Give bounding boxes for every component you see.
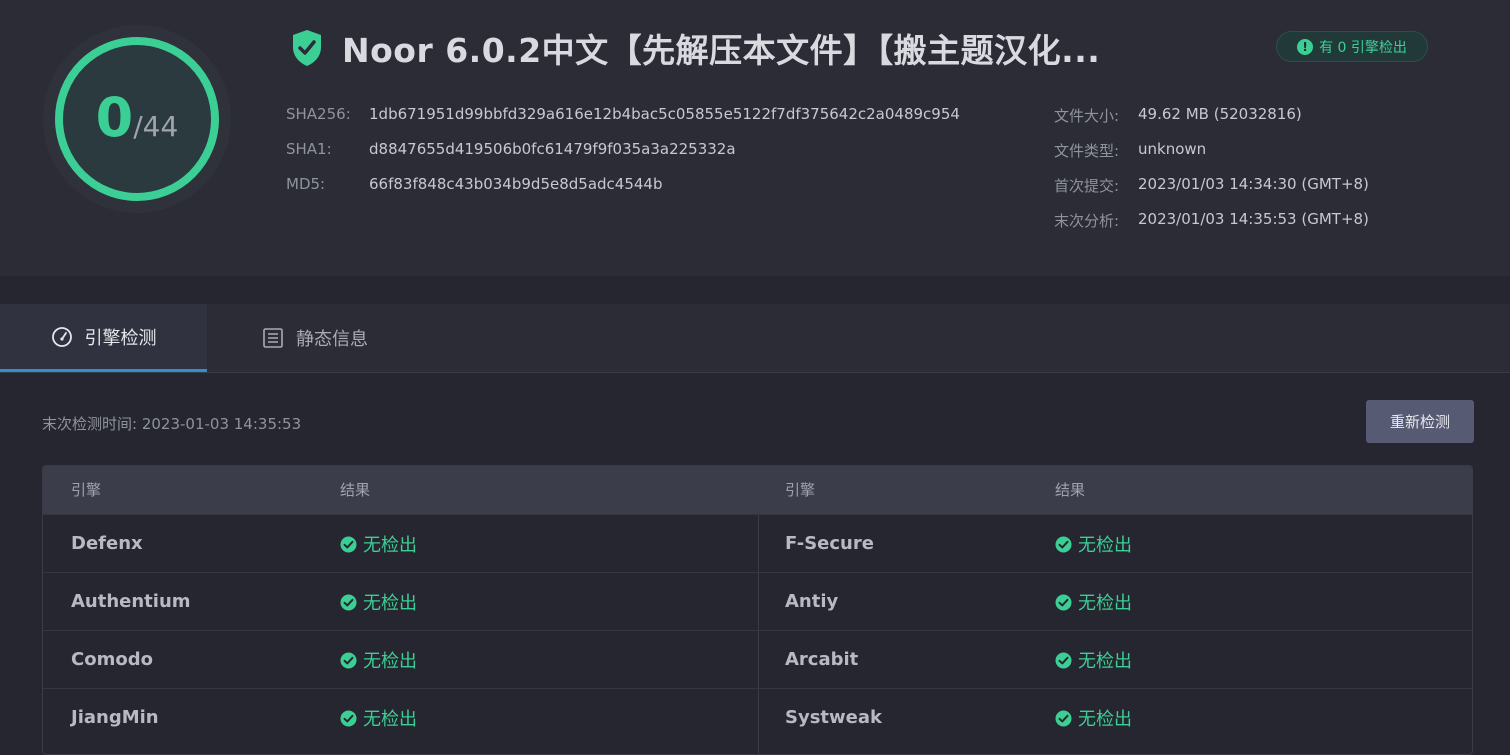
table-header: 引擎 结果 引擎 结果 (43, 466, 1472, 514)
file-summary-header: 0/44 Noor 6.0.2中文【先解压本文件】【搬主题汉化... ! 有 0… (0, 0, 1510, 276)
engine-result: 无检出 (1055, 515, 1132, 573)
check-circle-icon (340, 710, 357, 726)
file-size-label: 文件大小: (1054, 107, 1120, 125)
file-type-value: unknown (1138, 140, 1207, 158)
md5-label: MD5: (286, 175, 326, 193)
table-row: Authentium 无检出 Antiy 无检出 (43, 572, 1472, 630)
first-submit-value: 2023/01/03 14:34:30 (GMT+8) (1138, 175, 1369, 193)
engine-results-table: 引擎 结果 引擎 结果 Defenx 无检出 F-Secure 无检出 Auth… (42, 465, 1473, 755)
table-row: JiangMin 无检出 Systweak 无检出 (43, 688, 1472, 746)
check-circle-icon (1055, 594, 1072, 610)
tab-bar: 引擎检测 静态信息 (0, 304, 1510, 373)
engine-result: 无检出 (340, 515, 417, 573)
result-label: 无检出 (1078, 651, 1132, 672)
rescan-button[interactable]: 重新检测 (1366, 400, 1474, 443)
gauge-readout: 0/44 (42, 86, 232, 149)
table-row: Comodo 无检出 Arcabit 无检出 (43, 630, 1472, 688)
table-row: Defenx 无检出 F-Secure 无检出 (43, 514, 1472, 572)
engine-result: 无检出 (1055, 573, 1132, 631)
tab-static-info-label: 静态信息 (296, 329, 368, 350)
gauge-icon (51, 326, 73, 348)
check-circle-icon (340, 594, 357, 610)
tab-static-info[interactable]: 静态信息 (262, 304, 368, 372)
last-scan-time: 末次检测时间: 2023-01-03 14:35:53 (42, 415, 302, 433)
result-label: 无检出 (363, 535, 417, 556)
sha256-label: SHA256: (286, 105, 351, 123)
detected-count: 0 (95, 86, 134, 149)
engine-name: Antiy (785, 591, 839, 612)
check-circle-icon (340, 536, 357, 552)
header-result-left: 结果 (340, 481, 371, 499)
tab-engine-detection[interactable]: 引擎检测 (0, 304, 207, 372)
engine-name: Defenx (71, 533, 143, 554)
file-size-value: 49.62 MB (52032816) (1138, 105, 1302, 123)
detection-gauge: 0/44 (42, 24, 232, 214)
exclamation-icon: ! (1297, 38, 1314, 55)
list-icon (262, 327, 284, 349)
sha256-value: 1db671951d99bbfd329a616e12b4bac5c05855e5… (369, 105, 960, 123)
detection-badge: ! 有 0 引擎检出 (1276, 31, 1428, 62)
header-engine-left: 引擎 (71, 481, 102, 499)
tab-engine-detection-label: 引擎检测 (84, 327, 157, 349)
result-label: 无检出 (363, 709, 417, 730)
engine-name: JiangMin (71, 707, 159, 728)
engine-result: 无检出 (340, 689, 417, 747)
check-circle-icon (1055, 652, 1072, 668)
engine-name: Arcabit (785, 649, 859, 670)
md5-value: 66f83f848c43b034b9d5e8d5adc4544b (369, 175, 663, 193)
engine-result: 无检出 (340, 631, 417, 689)
shield-check-icon (293, 30, 321, 66)
check-circle-icon (340, 652, 357, 668)
result-label: 无检出 (363, 651, 417, 672)
header-result-right: 结果 (1055, 481, 1086, 499)
result-label: 无检出 (363, 593, 417, 614)
last-analysis-value: 2023/01/03 14:35:53 (GMT+8) (1138, 210, 1369, 228)
first-submit-label: 首次提交: (1054, 177, 1120, 195)
check-circle-icon (1055, 536, 1072, 552)
sha1-label: SHA1: (286, 140, 332, 158)
result-label: 无检出 (1078, 709, 1132, 730)
sha1-value: d8847655d419506b0fc61479f9f035a3a225332a (369, 140, 736, 158)
header-engine-right: 引擎 (785, 481, 816, 499)
total-engines: /44 (133, 110, 179, 143)
title-row: Noor 6.0.2中文【先解压本文件】【搬主题汉化... (290, 26, 1100, 70)
check-circle-icon (1055, 710, 1072, 726)
engine-result: 无检出 (1055, 689, 1132, 747)
engine-name: Authentium (71, 591, 191, 612)
engine-name: F-Secure (785, 533, 874, 554)
result-label: 无检出 (1078, 535, 1132, 556)
engine-name: Comodo (71, 649, 153, 670)
file-type-label: 文件类型: (1054, 142, 1120, 160)
engine-result: 无检出 (340, 573, 417, 631)
result-label: 无检出 (1078, 593, 1132, 614)
file-title: Noor 6.0.2中文【先解压本文件】【搬主题汉化... (342, 31, 1101, 70)
engine-name: Systweak (785, 707, 882, 728)
badge-text: 有 0 引擎检出 (1319, 39, 1407, 56)
engine-result: 无检出 (1055, 631, 1132, 689)
last-analysis-label: 末次分析: (1054, 212, 1120, 230)
